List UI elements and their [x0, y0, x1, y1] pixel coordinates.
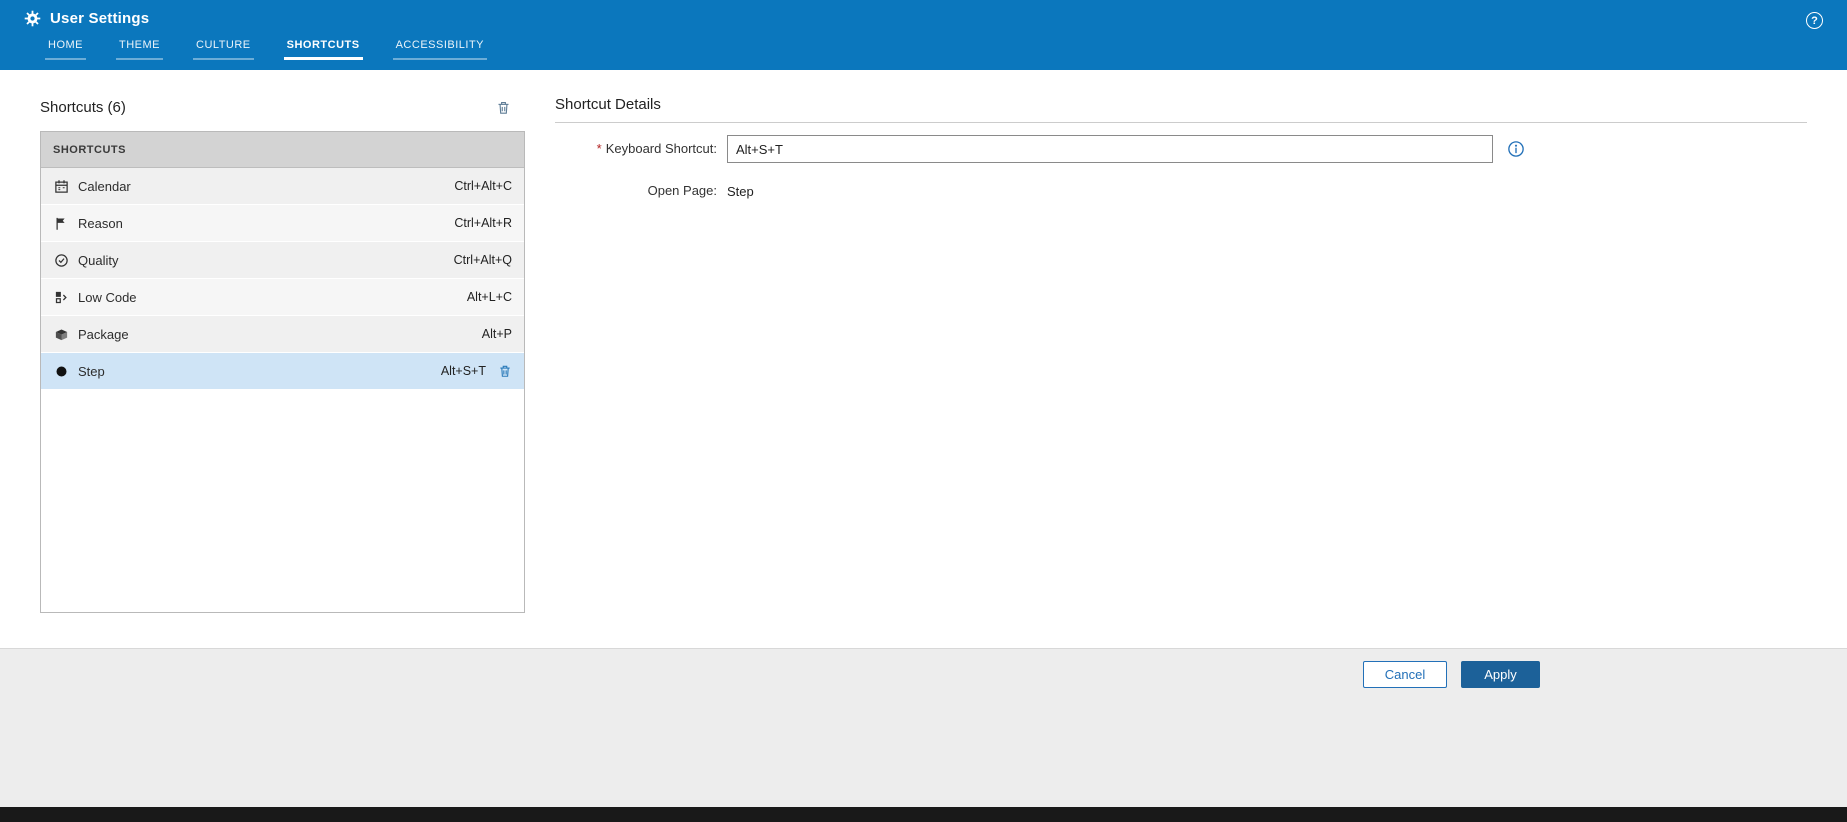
tab-accessibility[interactable]: ACCESSIBILITY [392, 39, 488, 60]
header-title-row: User Settings ? [0, 0, 1847, 31]
shortcuts-list: SHORTCUTS Calendar Ctrl+Alt+C Reason Ctr… [40, 131, 525, 613]
cancel-button[interactable]: Cancel [1363, 661, 1447, 688]
step-icon [53, 363, 69, 379]
shortcut-row-low-code[interactable]: Low Code Alt+L+C [41, 279, 524, 316]
shortcut-label: Package [78, 326, 129, 342]
keyboard-shortcut-label: * Keyboard Shortcut: [555, 135, 717, 163]
shortcut-keys: Alt+P [481, 327, 512, 341]
details-divider [555, 122, 1807, 123]
keyboard-shortcut-field-row: * Keyboard Shortcut: [555, 135, 1807, 163]
page-title: User Settings [50, 10, 150, 27]
quality-seal-icon [53, 252, 69, 268]
tab-home[interactable]: HOME [45, 39, 86, 60]
shortcut-keys: Alt+L+C [466, 290, 512, 304]
shortcut-row-package[interactable]: Package Alt+P [41, 316, 524, 353]
shortcut-row-quality[interactable]: Quality Ctrl+Alt+Q [41, 242, 524, 279]
tab-shortcuts[interactable]: SHORTCUTS [283, 39, 363, 60]
info-icon[interactable] [1507, 140, 1525, 158]
tab-theme[interactable]: THEME [116, 39, 163, 60]
shortcut-keys: Ctrl+Alt+Q [453, 253, 512, 267]
flag-icon [53, 215, 69, 231]
open-page-field-row: Open Page: Step [555, 177, 1807, 205]
delete-all-trash-icon[interactable] [496, 100, 525, 115]
shortcut-label: Low Code [78, 289, 137, 305]
open-page-label: Open Page: [647, 183, 717, 198]
package-icon [53, 326, 69, 342]
shortcuts-panel: Shortcuts (6) SHORTCUTS Calendar Ctrl+Al… [40, 96, 525, 613]
open-page-value: Step [727, 183, 754, 199]
apply-button[interactable]: Apply [1461, 661, 1540, 688]
shortcut-row-step[interactable]: Step Alt+S+T [41, 353, 524, 390]
calendar-icon [53, 178, 69, 194]
window-bottom-strip [0, 807, 1847, 822]
tab-culture[interactable]: CULTURE [193, 39, 254, 60]
shortcut-row-calendar[interactable]: Calendar Ctrl+Alt+C [41, 168, 524, 205]
footer-bar: Cancel Apply [0, 648, 1847, 807]
delete-row-trash-icon[interactable] [498, 364, 512, 378]
shortcut-label: Step [78, 363, 105, 379]
shortcut-label: Reason [78, 215, 123, 231]
shortcut-keys: Alt+S+T [440, 364, 486, 378]
settings-gear-icon [24, 10, 41, 27]
shortcuts-panel-title: Shortcuts (6) [40, 98, 126, 116]
shortcut-label: Quality [78, 252, 119, 268]
shortcut-label: Calendar [78, 178, 131, 194]
required-marker: * [596, 141, 602, 156]
low-code-icon [53, 289, 69, 305]
shortcut-row-reason[interactable]: Reason Ctrl+Alt+R [41, 205, 524, 242]
help-icon[interactable]: ? [1806, 12, 1823, 29]
shortcut-keys: Ctrl+Alt+C [454, 179, 512, 193]
keyboard-shortcut-label-text: Keyboard Shortcut: [605, 141, 717, 156]
shortcuts-list-header: SHORTCUTS [41, 132, 524, 168]
shortcut-keys: Ctrl+Alt+R [454, 216, 512, 230]
shortcut-details-panel: Shortcut Details *Keyboard Shortcut: Ope… [555, 96, 1807, 205]
app-header: User Settings ? HOME THEME CULTURE SHORT… [0, 0, 1847, 70]
keyboard-shortcut-input[interactable] [727, 135, 1493, 163]
header-tabs: HOME THEME CULTURE SHORTCUTS ACCESSIBILI… [0, 39, 1847, 60]
details-title: Shortcut Details [555, 96, 661, 113]
